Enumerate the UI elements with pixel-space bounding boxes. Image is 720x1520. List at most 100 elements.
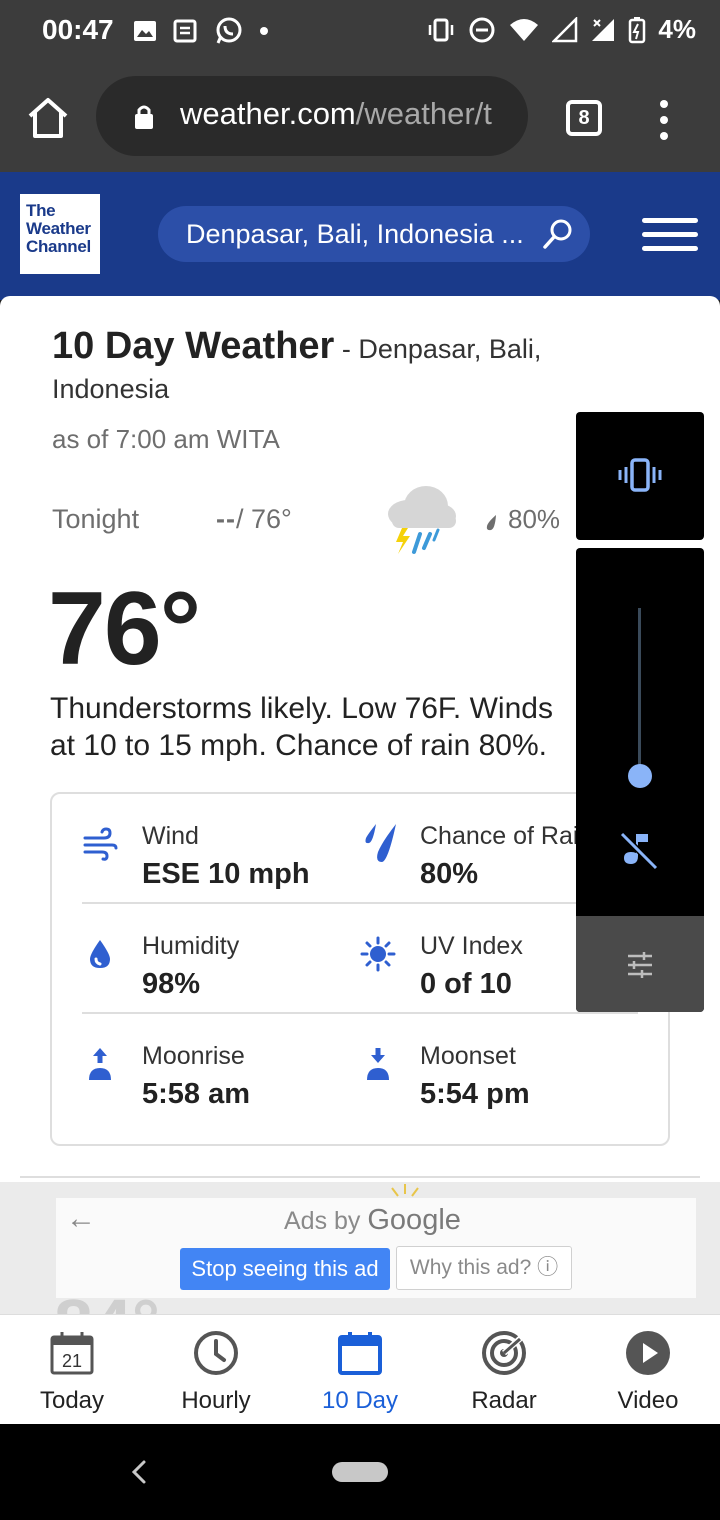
nav-today[interactable]: 21 Today bbox=[0, 1315, 144, 1425]
wind-icon bbox=[83, 827, 118, 861]
nav-label: Video bbox=[617, 1387, 679, 1414]
tonight-summary-row[interactable]: Tonight --/ 76° 80% bbox=[52, 486, 572, 562]
detail-wind: Wind ESE 10 mph bbox=[82, 794, 360, 904]
section-divider bbox=[20, 1176, 700, 1178]
detail-moonrise: Moonrise 5:58 am bbox=[82, 1014, 360, 1124]
tune-icon bbox=[628, 952, 652, 978]
nav-label: Radar bbox=[471, 1387, 537, 1414]
as-of-timestamp: as of 7:00 am WITA bbox=[52, 424, 280, 454]
moonrise-icon bbox=[89, 1048, 111, 1080]
detail-label: Wind bbox=[142, 822, 199, 850]
location-search[interactable]: Denpasar, Bali, Indonesia ... bbox=[158, 206, 590, 262]
nav-label: Hourly bbox=[181, 1387, 251, 1414]
nav-10-day[interactable]: 10 Day bbox=[288, 1315, 432, 1425]
back-arrow-icon[interactable]: ← bbox=[66, 1202, 96, 1236]
wifi-icon bbox=[510, 18, 539, 41]
home-icon[interactable] bbox=[24, 94, 72, 142]
detail-value: 5:58 am bbox=[142, 1078, 251, 1110]
more-options-icon[interactable] bbox=[652, 98, 676, 142]
volume-panel bbox=[576, 548, 704, 1012]
address-bar[interactable]: weather.com/weather/t bbox=[96, 76, 528, 156]
url-host: weather.com bbox=[180, 96, 356, 131]
do-not-disturb-icon bbox=[469, 17, 495, 42]
forecast-narrative: Thunderstorms likely. Low 76F. Winds at … bbox=[50, 690, 590, 764]
detail-label: Moonset bbox=[420, 1042, 516, 1070]
whatsapp-icon bbox=[216, 17, 242, 44]
detail-label: Moonrise bbox=[142, 1042, 245, 1070]
detail-label: UV Index bbox=[420, 932, 523, 960]
search-icon[interactable] bbox=[542, 218, 574, 250]
logo-line: The bbox=[26, 201, 56, 220]
status-time: 00:47 bbox=[42, 14, 114, 45]
system-icons: 4% bbox=[426, 14, 696, 45]
raindrop-icon bbox=[486, 515, 496, 531]
nav-hourly[interactable]: Hourly bbox=[144, 1315, 288, 1425]
stop-seeing-ad-button[interactable]: Stop seeing this ad bbox=[180, 1248, 390, 1290]
current-temperature: 76° bbox=[48, 571, 201, 687]
detail-value: 5:54 pm bbox=[420, 1078, 530, 1110]
volume-slider-thumb[interactable] bbox=[628, 764, 652, 788]
precip-chance: 80% bbox=[508, 504, 561, 534]
calendar-day-icon: 21 bbox=[50, 1332, 94, 1375]
media-muted-icon[interactable] bbox=[618, 830, 660, 872]
detail-moonset: Moonset 5:54 pm bbox=[360, 1014, 638, 1124]
temps-hi-lo: --/ 76° bbox=[216, 504, 292, 535]
calendar-date: 21 bbox=[62, 1351, 82, 1371]
ad-banner: 84° ← Ads by Google Stop seeing this ad … bbox=[0, 1182, 720, 1314]
detail-value: 80% bbox=[420, 858, 479, 890]
page-title: 10 Day Weather - Denpasar, Bali, Indones… bbox=[52, 326, 572, 409]
bottom-navigation: 21 Today Hourly 10 Day Radar Video bbox=[0, 1314, 720, 1424]
temp-low: / 76° bbox=[235, 504, 292, 534]
detail-label: Chance of Rain bbox=[420, 822, 576, 850]
rain-chance-icon bbox=[365, 824, 396, 862]
weather-channel-logo[interactable]: The Weather Channel bbox=[20, 194, 100, 274]
narrative-line: Thunderstorms likely. Low 76F. Winds bbox=[50, 692, 553, 725]
uv-icon bbox=[360, 936, 396, 972]
details-row: Humidity 98% UV Index 0 of 10 bbox=[82, 904, 638, 1014]
page-title-main: 10 Day Weather bbox=[52, 325, 335, 367]
tab-switcher-button[interactable]: 8 bbox=[566, 100, 602, 136]
clock-icon bbox=[194, 1331, 238, 1375]
url-path: /weather/t bbox=[355, 96, 492, 131]
detail-value: 98% bbox=[142, 968, 201, 1000]
thunderstorm-icon bbox=[388, 486, 456, 554]
detail-value: ESE 10 mph bbox=[142, 858, 310, 890]
browser-toolbar: weather.com/weather/t 8 bbox=[0, 64, 720, 172]
ads-by-label: Ads by bbox=[284, 1207, 368, 1235]
volume-settings-button[interactable] bbox=[576, 916, 704, 1012]
why-this-ad-button[interactable]: Why this ad? ⓘ bbox=[396, 1246, 572, 1290]
lock-icon bbox=[135, 105, 153, 129]
volume-slider-track[interactable] bbox=[638, 608, 641, 776]
home-gesture-pill[interactable] bbox=[332, 1462, 388, 1482]
url-text: weather.com/weather/t bbox=[180, 96, 492, 132]
details-row: Moonrise 5:58 am Moonset 5:54 pm bbox=[82, 1014, 638, 1124]
detail-label: Humidity bbox=[142, 932, 240, 960]
vibrate-icon bbox=[429, 18, 454, 41]
menu-icon[interactable] bbox=[642, 218, 698, 254]
system-navigation-bar bbox=[0, 1424, 720, 1520]
narrative-line: at 10 to 15 mph. Chance of rain 80%. bbox=[50, 729, 547, 762]
radar-icon bbox=[482, 1331, 527, 1375]
news-icon bbox=[173, 19, 197, 43]
location-search-text: Denpasar, Bali, Indonesia ... bbox=[186, 219, 524, 249]
ad-feedback-panel: ← Ads by Google Stop seeing this ad Why … bbox=[56, 1198, 696, 1298]
image-icon bbox=[134, 21, 156, 41]
moonset-icon bbox=[367, 1048, 389, 1080]
ringer-mode-button[interactable] bbox=[576, 412, 704, 540]
google-wordmark: Google bbox=[367, 1204, 461, 1236]
nav-label: 10 Day bbox=[321, 1387, 399, 1414]
nav-video[interactable]: Video bbox=[576, 1315, 720, 1425]
logo-line: Channel bbox=[26, 237, 91, 256]
site-header: The Weather Channel Denpasar, Bali, Indo… bbox=[0, 172, 720, 300]
nav-radar[interactable]: Radar bbox=[432, 1315, 576, 1425]
status-bar: 00:47 4% bbox=[0, 0, 720, 64]
battery-percent: 4% bbox=[658, 14, 696, 44]
detail-value: 0 of 10 bbox=[420, 968, 512, 1000]
temp-high: -- bbox=[216, 504, 236, 534]
notification-icons bbox=[132, 16, 270, 46]
signal-x-icon bbox=[592, 18, 615, 41]
ads-by-google: Ads by Google bbox=[284, 1204, 461, 1237]
details-row: Wind ESE 10 mph Chance of Rain 80% bbox=[82, 794, 638, 904]
period-label: Tonight bbox=[52, 504, 140, 534]
back-icon[interactable] bbox=[128, 1454, 150, 1490]
